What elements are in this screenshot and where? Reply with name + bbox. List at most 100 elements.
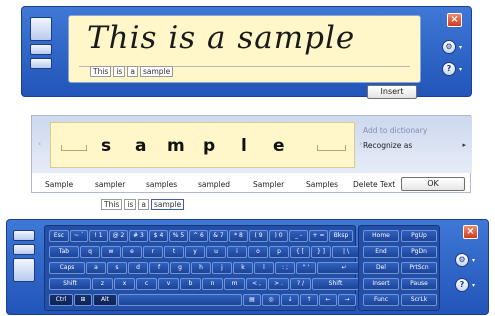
0-key[interactable]: ) 0 xyxy=(269,230,288,242)
help-icon[interactable]: ? xyxy=(455,278,469,292)
k-key[interactable]: k xyxy=(233,262,253,274)
writing-pad-mode-button[interactable] xyxy=(13,230,35,241)
close-icon[interactable]: × xyxy=(463,225,478,239)
p-key[interactable]: p xyxy=(269,246,289,258)
suggestion-item[interactable]: sampler xyxy=(95,180,125,189)
suggestion-item[interactable]: Sample xyxy=(45,180,73,189)
character-pad-mode-button[interactable] xyxy=(30,44,52,55)
page-down-key[interactable]: PgDn xyxy=(401,246,437,258)
q-key[interactable]: q xyxy=(80,246,100,258)
equals-key[interactable]: + = xyxy=(309,230,328,242)
7-key[interactable]: & 7 xyxy=(209,230,228,242)
s-key[interactable]: s xyxy=(107,262,127,274)
ctrl-key[interactable]: Ctrl xyxy=(49,294,73,306)
down-arrow-key[interactable]: ↓ xyxy=(281,294,299,306)
word-chip[interactable]: is xyxy=(113,66,126,77)
delete-key[interactable]: Del xyxy=(363,262,399,274)
recognize-as-item[interactable]: Recognize as xyxy=(363,141,412,150)
correction-letter[interactable]: s xyxy=(101,136,111,156)
h-key[interactable]: h xyxy=(191,262,211,274)
5-key[interactable]: % 5 xyxy=(169,230,188,242)
tab-key[interactable]: Tab xyxy=(49,246,79,258)
i-key[interactable]: i xyxy=(227,246,247,258)
word-chip[interactable]: is xyxy=(124,199,137,210)
up-arrow-key[interactable]: ↑ xyxy=(300,294,318,306)
backspace-key[interactable]: Bksp xyxy=(329,230,353,242)
j-key[interactable]: j xyxy=(212,262,232,274)
u-key[interactable]: u xyxy=(206,246,226,258)
quote-key[interactable]: " ' xyxy=(296,262,316,274)
esc-key[interactable]: Esc xyxy=(49,230,69,242)
l-key[interactable]: l xyxy=(254,262,274,274)
add-to-dictionary-item[interactable]: Add to dictionary xyxy=(363,126,427,135)
period-key[interactable]: > . xyxy=(268,278,289,290)
gear-icon[interactable]: ⚙ xyxy=(455,253,469,267)
insert-key[interactable]: Insert xyxy=(363,278,399,290)
x-key[interactable]: x xyxy=(114,278,135,290)
alt-key[interactable]: Alt xyxy=(93,294,117,306)
character-pad-mode-button[interactable] xyxy=(13,244,35,255)
y-key[interactable]: y xyxy=(185,246,205,258)
backslash-key[interactable]: | \ xyxy=(332,246,360,258)
o-key[interactable]: o xyxy=(248,246,268,258)
word-chip[interactable]: This xyxy=(101,199,123,210)
e-key[interactable]: e xyxy=(122,246,142,258)
word-chip[interactable]: This xyxy=(90,66,112,77)
suggestion-item[interactable]: Sampler xyxy=(253,180,284,189)
suggestion-item[interactable]: sampled xyxy=(198,180,230,189)
backtick-key[interactable]: ~ ` xyxy=(70,230,88,242)
c-key[interactable]: c xyxy=(136,278,157,290)
pause-key[interactable]: Pause xyxy=(401,278,437,290)
scroll-lock-key[interactable]: ScrLk xyxy=(401,294,437,306)
help-icon[interactable]: ? xyxy=(442,62,456,76)
end-key[interactable]: End xyxy=(363,246,399,258)
a-key[interactable]: a xyxy=(86,262,106,274)
insert-button[interactable]: Insert xyxy=(367,85,417,99)
n-key[interactable]: n xyxy=(202,278,223,290)
windows-key[interactable]: ⊞ xyxy=(74,294,92,306)
semicolon-key[interactable]: : ; xyxy=(275,262,295,274)
4-key[interactable]: $ 4 xyxy=(149,230,168,242)
settings-key[interactable]: ◎ xyxy=(262,294,280,306)
8-key[interactable]: * 8 xyxy=(229,230,248,242)
v-key[interactable]: v xyxy=(158,278,179,290)
t-key[interactable]: t xyxy=(164,246,184,258)
print-screen-key[interactable]: PrtScn xyxy=(401,262,437,274)
chevron-left-icon[interactable]: ‹ xyxy=(38,139,41,148)
ok-button[interactable]: OK xyxy=(401,177,465,191)
correction-letter[interactable]: l xyxy=(241,136,247,156)
caps-lock-key[interactable]: Caps xyxy=(49,262,85,274)
1-key[interactable]: ! 1 xyxy=(89,230,108,242)
d-key[interactable]: d xyxy=(128,262,148,274)
correction-letter[interactable]: e xyxy=(273,136,285,156)
menu-key[interactable]: ▤ xyxy=(243,294,261,306)
b-key[interactable]: b xyxy=(180,278,201,290)
word-chip[interactable]: a xyxy=(127,66,138,77)
2-key[interactable]: @ 2 xyxy=(109,230,128,242)
keyboard-mode-button[interactable] xyxy=(30,58,52,69)
suggestion-item[interactable]: samples xyxy=(146,180,177,189)
left-bracket-key[interactable]: { [ xyxy=(290,246,310,258)
home-key[interactable]: Home xyxy=(363,230,399,242)
f-key[interactable]: f xyxy=(149,262,169,274)
right-bracket-key[interactable]: } ] xyxy=(311,246,331,258)
correction-letter[interactable]: a xyxy=(135,136,146,156)
delete-text-button[interactable]: Delete Text xyxy=(353,180,395,189)
m-key[interactable]: m xyxy=(224,278,245,290)
correction-letter[interactable]: m xyxy=(167,136,185,156)
g-key[interactable]: g xyxy=(170,262,190,274)
correction-letter[interactable]: p xyxy=(203,136,215,156)
slash-key[interactable]: ? / xyxy=(290,278,311,290)
writing-pad-mode-button[interactable] xyxy=(30,17,52,41)
word-chip[interactable]: sample xyxy=(150,199,185,210)
page-up-key[interactable]: PgUp xyxy=(401,230,437,242)
suggestion-item[interactable]: Samples xyxy=(306,180,338,189)
right-arrow-key[interactable]: → xyxy=(338,294,356,306)
keyboard-mode-button[interactable] xyxy=(13,258,35,282)
minus-key[interactable]: _ - xyxy=(289,230,308,242)
z-key[interactable]: z xyxy=(92,278,113,290)
6-key[interactable]: ^ 6 xyxy=(189,230,208,242)
comma-key[interactable]: < , xyxy=(246,278,267,290)
9-key[interactable]: ( 9 xyxy=(249,230,268,242)
word-chip[interactable]: a xyxy=(138,199,149,210)
